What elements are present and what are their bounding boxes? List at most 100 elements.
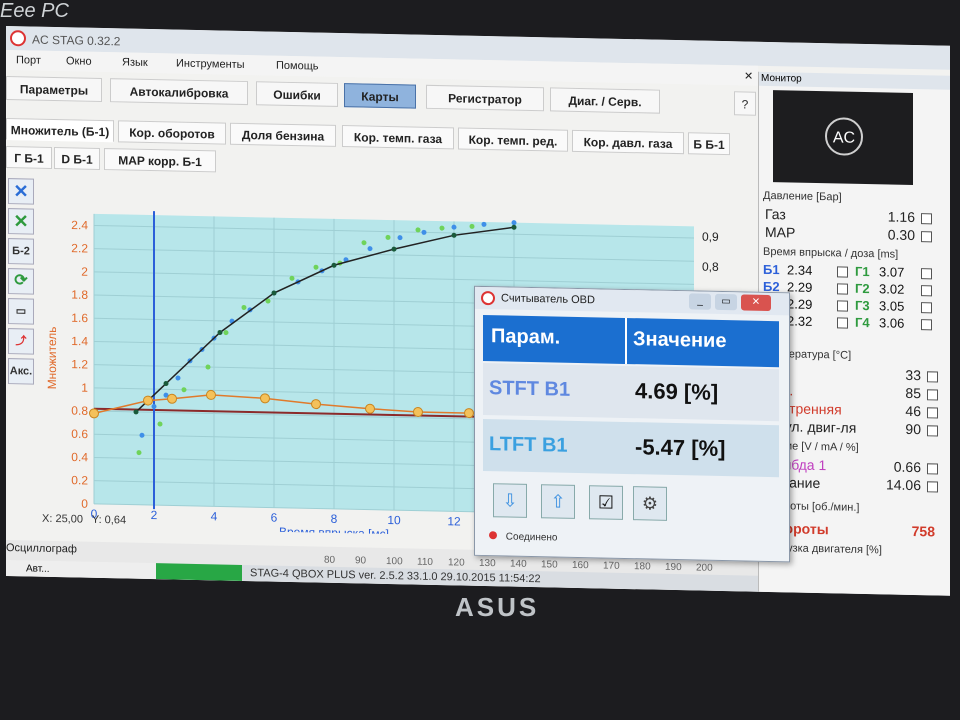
monitor-title: Монитор bbox=[761, 72, 802, 85]
tab-gas-temp-corr[interactable]: Кор. темп. газа bbox=[342, 125, 454, 150]
checkbox[interactable] bbox=[837, 266, 848, 278]
checkbox[interactable] bbox=[927, 407, 938, 419]
obd-status-text: Соединено bbox=[505, 531, 558, 544]
checkbox[interactable] bbox=[837, 300, 848, 312]
gear-icon[interactable]: ⚙ bbox=[633, 486, 667, 521]
osc-tick: 90 bbox=[355, 555, 367, 567]
status-text: STAG-4 QBOX PLUS ver. 2.5.2 33.1.0 29.10… bbox=[250, 567, 541, 586]
checkbox[interactable] bbox=[927, 481, 938, 493]
osc-tick: 140 bbox=[510, 558, 527, 570]
tab-parameters[interactable]: Параметры bbox=[6, 76, 102, 103]
checkbox[interactable] bbox=[927, 389, 938, 401]
obd-value-header: Значение bbox=[633, 328, 727, 353]
tab-maps[interactable]: Карты bbox=[344, 83, 416, 109]
tab-g-b1[interactable]: Г Б-1 bbox=[6, 146, 52, 169]
checkbox[interactable] bbox=[921, 302, 932, 314]
arrow-up-icon[interactable]: ⇧ bbox=[541, 484, 575, 519]
correction-point bbox=[365, 403, 375, 414]
pressure-row: Газ 1.16 bbox=[765, 205, 932, 225]
tab-multiplier-b1[interactable]: Множитель (Б-1) bbox=[6, 118, 114, 143]
tab-errors[interactable]: Ошибки bbox=[256, 81, 338, 107]
injection-b-value: 2.32 bbox=[787, 313, 813, 329]
checkbox[interactable] bbox=[921, 231, 932, 243]
obd-title: Считыватель OBD bbox=[501, 292, 595, 307]
tab-diag-serv[interactable]: Диаг. / Серв. bbox=[550, 87, 660, 114]
asus-logo: ASUS bbox=[455, 592, 540, 622]
injection-g-value: 3.05 bbox=[879, 298, 905, 314]
correction-point bbox=[464, 408, 474, 419]
checkbox[interactable] bbox=[921, 285, 932, 297]
obd-titlebar: Считыватель OBD _ ▭ ✕ bbox=[475, 286, 789, 316]
menu-help[interactable]: Помощь bbox=[276, 60, 319, 73]
pressure-row: MAP 0.30 bbox=[765, 223, 932, 243]
checkbox[interactable] bbox=[921, 213, 932, 225]
pressure-label: Газ bbox=[765, 205, 786, 223]
y-tick-label: 1.4 bbox=[71, 334, 88, 348]
chart-icon[interactable]: ⤴ bbox=[8, 328, 34, 355]
autocalib-taskbar[interactable]: Авт... bbox=[6, 560, 156, 580]
osc-tick: 180 bbox=[634, 561, 651, 573]
refresh-icon[interactable]: ⟳ bbox=[8, 268, 34, 295]
menu-language[interactable]: Язык bbox=[122, 56, 148, 69]
obd-row: LTFT B1 -5.47 [%] bbox=[483, 418, 779, 478]
temperature-value: 46 bbox=[905, 402, 921, 420]
menu-tools[interactable]: Инструменты bbox=[176, 58, 245, 71]
tab-map-corr-b1[interactable]: MAP корр. Б-1 bbox=[104, 148, 216, 173]
tab-rpm-corr[interactable]: Кор. оборотов bbox=[118, 120, 226, 145]
maximize-icon[interactable]: ▭ bbox=[715, 293, 737, 311]
close-x-green-icon[interactable]: ✕ bbox=[8, 208, 34, 235]
b2-button[interactable]: Б-2 bbox=[8, 238, 34, 265]
close-icon[interactable]: ✕ bbox=[741, 294, 771, 312]
checkbox[interactable] bbox=[927, 463, 938, 475]
tab-registrator[interactable]: Регистратор bbox=[426, 84, 544, 112]
obd-row: STFT B1 4.69 [%] bbox=[483, 362, 779, 422]
temperature-value: 85 bbox=[905, 384, 921, 402]
checkbox[interactable] bbox=[927, 425, 938, 437]
correction-point bbox=[143, 395, 153, 406]
tab-autocalibration[interactable]: Автокалибровка bbox=[110, 78, 248, 106]
minimize-icon[interactable]: _ bbox=[689, 293, 711, 310]
close-x-icon[interactable]: ✕ bbox=[8, 178, 34, 205]
checkbox[interactable] bbox=[921, 319, 932, 331]
y-tick-label: 0 bbox=[81, 497, 88, 511]
y-tick-label: 1.8 bbox=[71, 288, 88, 302]
injection-g-value: 3.02 bbox=[879, 281, 905, 297]
checkbox[interactable] bbox=[927, 371, 938, 383]
tab-d-b1[interactable]: D Б-1 bbox=[54, 147, 100, 170]
obd-reader-window: Считыватель OBD _ ▭ ✕ Парам. Значение ST… bbox=[474, 285, 790, 563]
correction-point bbox=[413, 407, 423, 418]
arrow-down-icon[interactable]: ⇩ bbox=[493, 483, 527, 518]
tab-b-b1[interactable]: Б Б-1 bbox=[688, 132, 730, 156]
injection-g-label: Г2 bbox=[855, 280, 870, 297]
app-logo-icon bbox=[10, 30, 26, 47]
menu-window[interactable]: Окно bbox=[66, 55, 92, 68]
pressure-value: 0.30 bbox=[887, 226, 915, 244]
obd-param-value: 4.69 [%] bbox=[635, 378, 719, 405]
close-icon[interactable]: ✕ bbox=[744, 69, 753, 82]
obd-param-name: LTFT B1 bbox=[489, 433, 568, 457]
tab-red-temp-corr[interactable]: Кор. темп. ред. bbox=[458, 127, 568, 152]
x-tick-label: 2 bbox=[151, 508, 158, 522]
menu-port[interactable]: Порт bbox=[16, 54, 41, 67]
window-icon[interactable]: ▭ bbox=[8, 298, 34, 325]
y-tick-label: 2.4 bbox=[71, 218, 88, 232]
checkbox[interactable] bbox=[837, 283, 848, 295]
injection-b-value: 2.34 bbox=[787, 262, 813, 278]
aux-button[interactable]: Акс. bbox=[8, 358, 34, 385]
tab-gas-press-corr[interactable]: Кор. давл. газа bbox=[572, 129, 684, 155]
screen: AC STAG 0.32.2 Порт Окно Язык Инструмент… bbox=[6, 26, 950, 596]
y-tick-label: 1.2 bbox=[71, 357, 88, 371]
pressure-label: MAP bbox=[765, 223, 796, 241]
injection-g-value: 3.07 bbox=[879, 264, 905, 280]
correction-point bbox=[89, 408, 99, 419]
checkbox[interactable] bbox=[837, 317, 848, 329]
connection-progress bbox=[156, 563, 242, 581]
osc-tick: 150 bbox=[541, 559, 558, 571]
help-icon[interactable]: ? bbox=[734, 91, 756, 116]
injection-g-value: 3.06 bbox=[879, 315, 905, 331]
checkbox[interactable] bbox=[921, 268, 932, 280]
checkbox-icon[interactable]: ☑ bbox=[589, 485, 623, 520]
obd-table-header: Парам. Значение bbox=[483, 314, 779, 368]
tab-petrol-share[interactable]: Доля бензина bbox=[230, 122, 336, 147]
correction-point bbox=[311, 399, 321, 410]
